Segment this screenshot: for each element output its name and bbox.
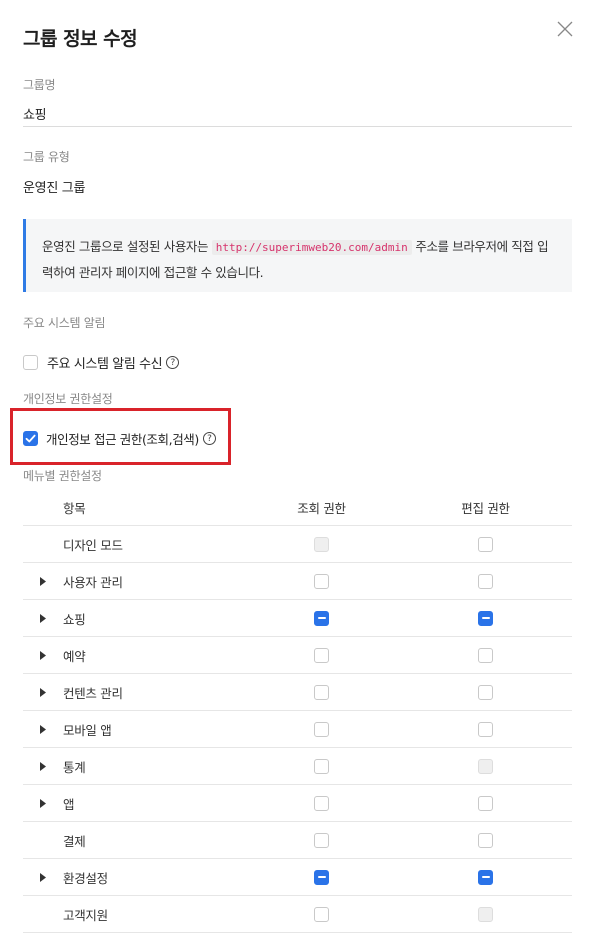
view-permission-checkbox[interactable] [314,758,329,774]
header-item: 항목 [63,500,86,516]
menu-permissions-table: 항목 조회 권한 편집 권한 디자인 모드사용자 관리쇼핑예약컨텐츠 관리모바일… [23,489,572,933]
table-row: 쇼핑 [23,600,572,637]
view-permission-checkbox[interactable] [314,906,329,922]
view-permission-checkbox[interactable] [314,869,329,885]
group-type-value: 운영진 그룹 [23,181,86,196]
view-permission-checkbox[interactable] [314,832,329,848]
expand-caret-icon[interactable] [40,613,58,623]
privacy-checkbox[interactable] [23,431,38,446]
group-name-underline [23,126,572,127]
row-label: 쇼핑 [63,611,86,627]
edit-permission-checkbox[interactable] [478,536,493,552]
table-row: 예약 [23,637,572,674]
row-label: 앱 [63,796,75,812]
view-permission-checkbox[interactable] [314,721,329,737]
group-name-input[interactable]: 쇼핑 [23,104,47,123]
view-permission-checkbox[interactable] [314,795,329,811]
row-label: 컨텐츠 관리 [63,685,123,701]
view-permission-checkbox [314,536,329,552]
expand-caret-icon[interactable] [40,650,58,660]
table-row: 앱 [23,785,572,822]
check-icon [25,434,36,443]
system-alert-checkbox[interactable] [23,355,38,370]
expand-caret-icon[interactable] [40,687,58,697]
edit-permission-checkbox[interactable] [478,721,493,737]
table-row: 디자인 모드 [23,526,572,563]
close-icon[interactable] [556,20,574,38]
help-icon[interactable]: ? [202,432,216,445]
expand-caret-icon[interactable] [40,724,58,734]
edit-permission-checkbox[interactable] [478,795,493,811]
table-row: 통계 [23,748,572,785]
header-edit: 편집 권한 [461,500,510,516]
view-permission-checkbox[interactable] [314,610,329,626]
system-alert-option[interactable]: 주요 시스템 알림 수신 ? [23,353,180,372]
row-label: 모바일 앱 [63,722,112,738]
table-row: 고객지원 [23,896,572,933]
admin-url: http://superimweb20.com/admin [211,240,412,255]
expand-caret-icon[interactable] [40,576,58,586]
view-permission-checkbox[interactable] [314,684,329,700]
edit-permission-checkbox[interactable] [478,832,493,848]
privacy-section-label: 개인정보 권한설정 [23,392,113,406]
edit-permission-checkbox[interactable] [478,573,493,589]
table-row: 컨텐츠 관리 [23,674,572,711]
row-label: 고객지원 [63,907,108,923]
row-label: 사용자 관리 [63,574,123,590]
privacy-option[interactable]: 개인정보 접근 권한(조회,검색) ? [23,429,216,448]
expand-caret-icon[interactable] [40,761,58,771]
group-type-label: 그룹 유형 [23,150,70,164]
edit-permission-checkbox[interactable] [478,684,493,700]
header-view: 조회 권한 [297,500,346,516]
table-header: 항목 조회 권한 편집 권한 [23,489,572,526]
edit-permission-checkbox[interactable] [478,647,493,663]
edit-permission-checkbox[interactable] [478,610,493,626]
edit-permission-checkbox [478,758,493,774]
view-permission-checkbox[interactable] [314,573,329,589]
row-label: 통계 [63,759,86,775]
row-label: 환경설정 [63,870,108,886]
table-row: 결제 [23,822,572,859]
dialog-title: 그룹 정보 수정 [23,28,138,50]
admin-access-info: 운영진 그룹으로 설정된 사용자는 http://superimweb20.co… [23,219,572,292]
expand-caret-icon[interactable] [40,798,58,808]
row-label: 결제 [63,833,86,849]
table-row: 모바일 앱 [23,711,572,748]
view-permission-checkbox[interactable] [314,647,329,663]
group-name-label: 그룹명 [23,78,56,92]
table-row: 사용자 관리 [23,563,572,600]
help-icon[interactable]: ? [166,356,180,369]
privacy-checkbox-label: 개인정보 접근 권한(조회,검색) [46,432,199,447]
system-alert-section-label: 주요 시스템 알림 [23,316,106,330]
table-body: 디자인 모드사용자 관리쇼핑예약컨텐츠 관리모바일 앱통계앱결제환경설정고객지원 [23,526,572,933]
menu-permissions-section-label: 메뉴별 권한설정 [23,469,102,483]
edit-permission-checkbox[interactable] [478,869,493,885]
system-alert-checkbox-label: 주요 시스템 알림 수신 [47,357,163,372]
edit-permission-checkbox [478,906,493,922]
row-label: 예약 [63,648,86,664]
table-row: 환경설정 [23,859,572,896]
row-label: 디자인 모드 [63,537,123,553]
info-text-before: 운영진 그룹으로 설정된 사용자는 [42,239,209,254]
expand-caret-icon[interactable] [40,872,58,882]
